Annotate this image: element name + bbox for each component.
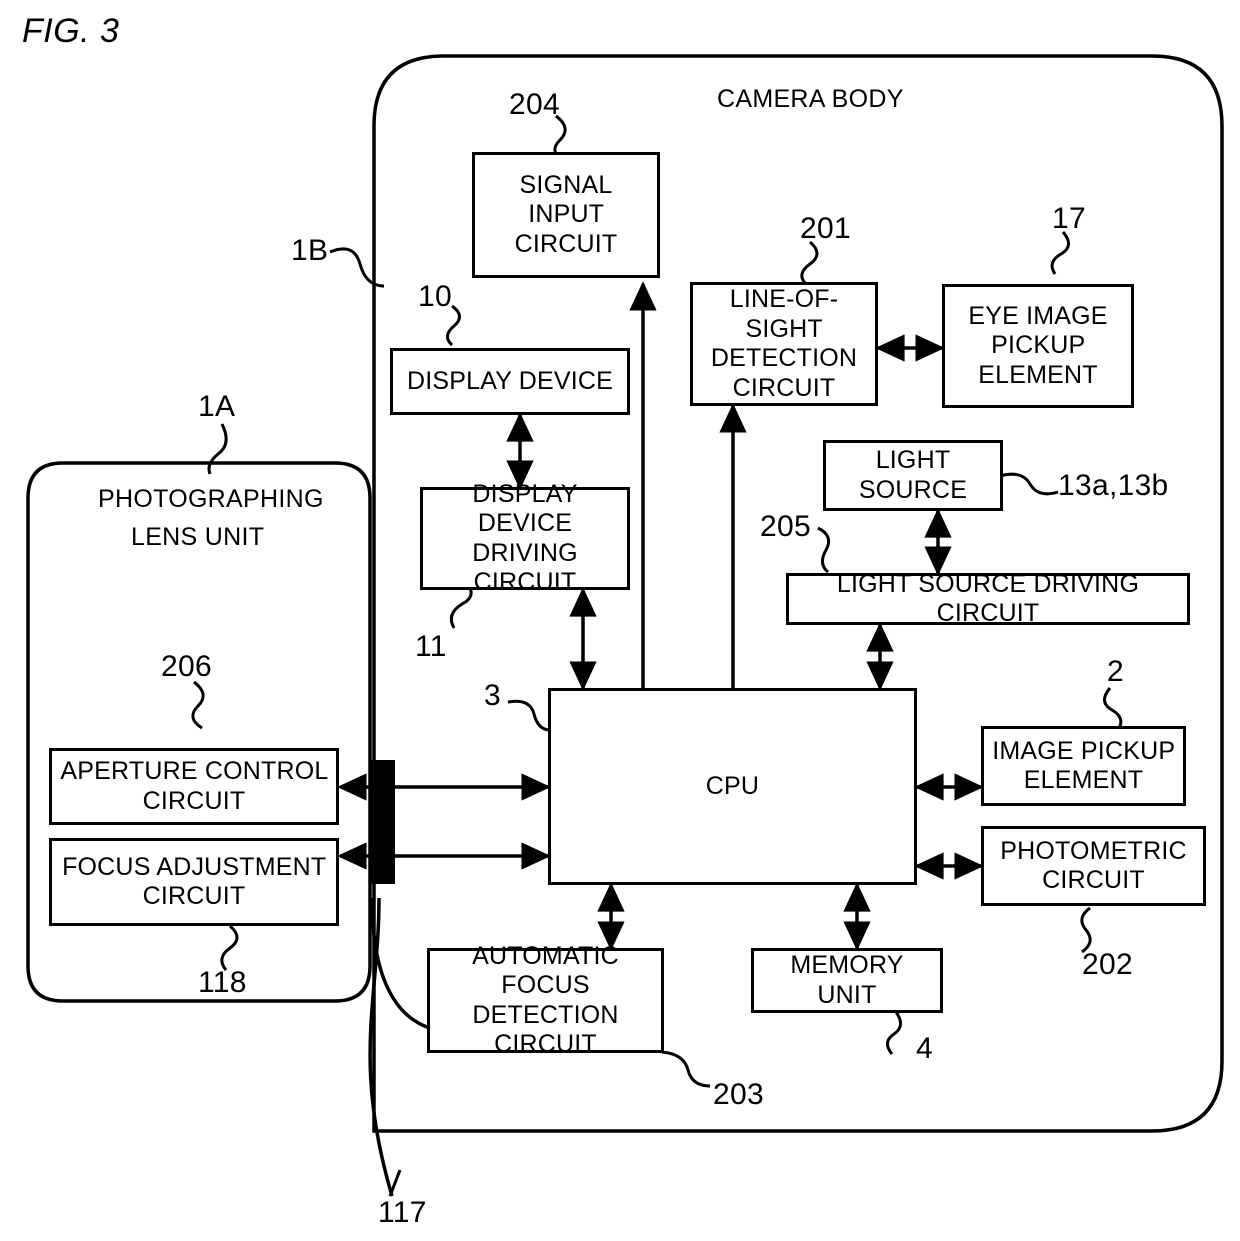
leader-202 (1080, 906, 1092, 954)
ref-203: 203 (713, 1078, 764, 1111)
display-device-line1: DISPLAY DEVICE (406, 366, 614, 395)
block-eye-image-pickup-element[interactable]: EYE IMAGE PICKUP ELEMENT (942, 284, 1134, 408)
line-of-sight-detection-circuit-line3: CIRCUIT (732, 373, 836, 402)
leader-206 (191, 680, 205, 730)
ref-17: 17 (1052, 202, 1086, 235)
ref-206: 206 (161, 650, 212, 683)
ref-13a-13b: 13a,13b (1058, 469, 1169, 502)
automatic-focus-detection-circuit-line2: DETECTION (472, 1000, 619, 1029)
ref-4: 4 (916, 1032, 933, 1065)
automatic-focus-detection-circuit-line3: CIRCUIT (494, 1030, 597, 1058)
block-focus-adjustment-circuit[interactable]: FOCUS ADJUSTMENT CIRCUIT (49, 838, 339, 926)
signal-input-circuit-line2: CIRCUIT (514, 229, 618, 258)
image-pickup-element-line2: ELEMENT (1023, 766, 1144, 794)
leader-1a (207, 423, 228, 475)
display-device-driving-circuit-line2: DRIVING CIRCUIT (472, 538, 578, 597)
image-pickup-element-line1: IMAGE PICKUP (992, 736, 1175, 765)
block-signal-input-circuit[interactable]: SIGNAL INPUT CIRCUIT (472, 152, 660, 278)
ref-117: 117 (378, 1196, 427, 1229)
light-source-driving-circuit-line1: LIGHT SOURCE DRIVING CIRCUIT (836, 569, 1140, 628)
leader-2 (1103, 687, 1123, 731)
leader-1b (329, 247, 385, 288)
block-light-source-driving-circuit[interactable]: LIGHT SOURCE DRIVING CIRCUIT (786, 569, 1190, 628)
block-memory-unit[interactable]: MEMORY UNIT (751, 948, 943, 1013)
display-device-driving-circuit-line1: DISPLAY DEVICE (472, 479, 578, 538)
focus-adjustment-circuit-line1: FOCUS ADJUSTMENT (62, 852, 326, 881)
leader-117 (388, 1169, 402, 1197)
ref-204: 204 (509, 88, 560, 121)
leader-3 (507, 699, 551, 732)
leader-13ab (999, 472, 1059, 496)
block-light-source[interactable]: LIGHT SOURCE (823, 440, 1003, 511)
leader-201 (800, 240, 819, 286)
block-image-pickup-element[interactable]: IMAGE PICKUP ELEMENT (981, 726, 1186, 806)
photometric-circuit-line1: PHOTOMETRIC (1000, 836, 1187, 865)
block-aperture-control-circuit[interactable]: APERTURE CONTROL CIRCUIT (49, 748, 339, 825)
cpu-line1: CPU (705, 771, 760, 800)
ref-201: 201 (800, 212, 851, 245)
eye-image-pickup-element-line3: ELEMENT (978, 360, 1098, 389)
leader-4 (886, 1011, 902, 1055)
block-display-device-driving-circuit[interactable]: DISPLAY DEVICE DRIVING CIRCUIT (420, 480, 630, 596)
light-source-line1: LIGHT SOURCE (858, 446, 968, 504)
patent-figure: FIG. 3 SIGNAL INPUT CIRCUIT DISPLAY DEVI… (0, 0, 1240, 1241)
block-display-device[interactable]: DISPLAY DEVICE (390, 348, 630, 415)
leader-118 (220, 924, 239, 971)
ref-3: 3 (484, 679, 501, 712)
automatic-focus-detection-circuit-line1: AUTOMATIC FOCUS (472, 941, 619, 1000)
camera-body-title: CAMERA BODY (717, 85, 904, 113)
ref-11: 11 (415, 630, 447, 663)
block-cpu[interactable]: CPU (548, 688, 917, 885)
line-of-sight-detection-circuit-line2: DETECTION (710, 344, 858, 372)
ref-10: 10 (418, 280, 452, 313)
block-line-of-sight-detection-circuit[interactable]: LINE-OF-SIGHT DETECTION CIRCUIT (690, 282, 878, 406)
leader-203 (661, 1050, 711, 1088)
ref-1b: 1B (291, 234, 329, 267)
leader-17 (1050, 231, 1070, 275)
lens-unit-title-line1: PHOTOGRAPHING (98, 485, 324, 513)
ref-1a: 1A (198, 390, 236, 423)
ref-118: 118 (198, 966, 247, 999)
memory-unit-line1: MEMORY UNIT (790, 951, 904, 1009)
ref-202: 202 (1082, 948, 1133, 981)
photometric-circuit-line2: CIRCUIT (1042, 866, 1145, 894)
aperture-control-circuit-line1: APERTURE CONTROL (60, 757, 328, 785)
ref-2: 2 (1107, 655, 1124, 688)
aperture-control-circuit-line2: CIRCUIT (142, 786, 246, 815)
line-of-sight-detection-circuit-line1: LINE-OF-SIGHT (729, 285, 839, 343)
lens-unit-title-line2: LENS UNIT (131, 523, 265, 551)
block-photometric-circuit[interactable]: PHOTOMETRIC CIRCUIT (981, 826, 1206, 906)
ref-205: 205 (760, 510, 811, 543)
signal-input-circuit-line1: SIGNAL INPUT (519, 170, 613, 229)
leader-205 (817, 526, 831, 574)
lens-mount-contact (370, 760, 395, 884)
eye-image-pickup-element-line1: EYE IMAGE (968, 301, 1108, 330)
focus-adjustment-circuit-line2: CIRCUIT (142, 882, 246, 910)
eye-image-pickup-element-line2: PICKUP (991, 331, 1085, 360)
block-automatic-focus-detection-circuit[interactable]: AUTOMATIC FOCUS DETECTION CIRCUIT (427, 942, 664, 1058)
